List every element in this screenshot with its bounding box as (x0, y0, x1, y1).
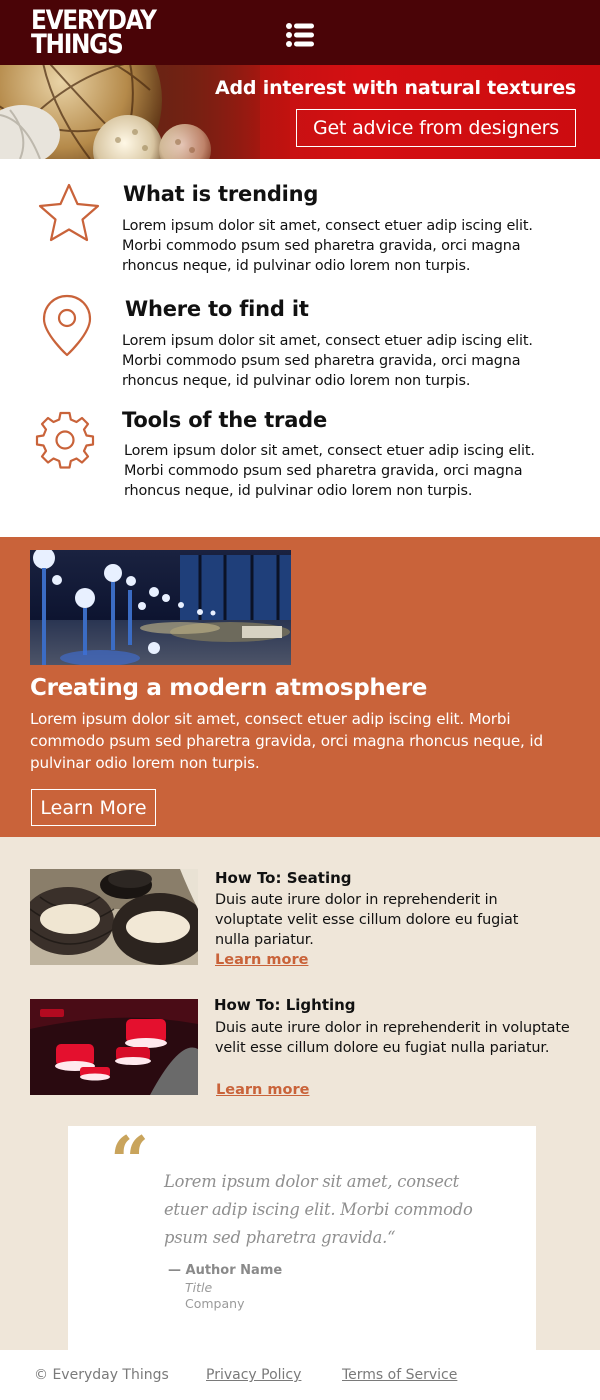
feature-title: Tools of the trade (122, 408, 328, 432)
howto-item-seating: How To: Seating Duis aute irure dolor in… (0, 869, 600, 979)
feature-title: What is trending (123, 182, 319, 206)
terms-of-service-link[interactable]: Terms of Service (342, 1367, 457, 1383)
howto-text: Duis aute irure dolor in reprehenderit i… (215, 1020, 570, 1056)
howto-learn-more-link[interactable]: Learn more (216, 1082, 309, 1098)
get-advice-button[interactable]: Get advice from designers (296, 109, 576, 147)
highlight-text: Lorem ipsum dolor sit amet, consect etue… (30, 710, 543, 772)
feature-item-where: Where to find it Lorem ipsum dolor sit a… (0, 293, 600, 403)
testimonial-author-title: Title (185, 1280, 213, 1295)
footer: © Everyday Things Privacy Policy Terms o… (0, 1350, 600, 1400)
feature-item-trending: What is trending Lorem ipsum dolor sit a… (0, 180, 600, 290)
howto-item-lighting: How To: Lighting Duis aute irure dolor i… (0, 996, 600, 1109)
hero-title: Add interest with natural textures (215, 77, 576, 99)
testimonial-card: “ Lorem ipsum dolor sit amet, consect et… (68, 1126, 536, 1350)
feature-text: Lorem ipsum dolor sit amet, consect etue… (122, 218, 533, 274)
logo-line-2: THINGS (31, 29, 124, 60)
highlight-section: Creating a modern atmosphere Lorem ipsum… (0, 537, 600, 837)
feature-title: Where to find it (125, 297, 309, 321)
learn-more-button[interactable]: Learn More (31, 789, 156, 826)
howto-title: How To: Lighting (214, 996, 356, 1014)
location-pin-icon (42, 294, 92, 357)
menu-list-icon[interactable] (283, 20, 317, 50)
top-nav-bar: EVERYDAY THINGS (0, 0, 600, 65)
footer-copyright: © Everyday Things (34, 1367, 169, 1383)
quote-mark-icon: “ (110, 1122, 150, 1202)
howto-text: Duis aute irure dolor in reprehenderit i… (215, 892, 519, 948)
howto-learn-more-link[interactable]: Learn more (215, 952, 308, 968)
gear-icon (35, 411, 95, 469)
testimonial-quote: Lorem ipsum dolor sit amet, consect etue… (164, 1172, 473, 1247)
star-icon (38, 183, 100, 242)
howto-title: How To: Seating (215, 869, 352, 887)
hero-banner: EVERYDAY THINGS Add interest with natura… (0, 0, 600, 159)
feature-text: Lorem ipsum dolor sit amet, consect etue… (122, 333, 533, 389)
seating-photo (30, 869, 198, 965)
highlight-title: Creating a modern atmosphere (30, 675, 428, 701)
feature-text: Lorem ipsum dolor sit amet, consect etue… (124, 443, 535, 499)
lighting-photo (30, 999, 198, 1095)
privacy-policy-link[interactable]: Privacy Policy (206, 1367, 301, 1383)
logo[interactable]: EVERYDAY THINGS (31, 7, 157, 60)
testimonial-author: — Author Name (168, 1263, 283, 1278)
modern-interior-photo (30, 550, 291, 665)
testimonial-author-company: Company (185, 1296, 245, 1311)
feature-item-tools: Tools of the trade Lorem ipsum dolor sit… (0, 406, 600, 516)
